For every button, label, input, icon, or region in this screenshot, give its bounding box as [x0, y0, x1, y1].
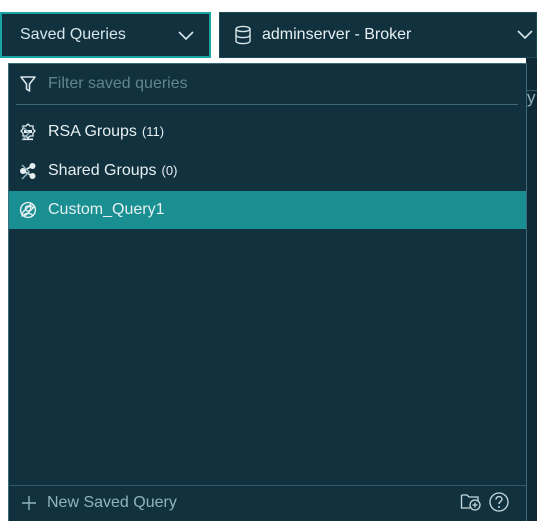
new-saved-query-button[interactable]: New Saved Query: [9, 486, 309, 521]
plus-icon: [20, 494, 38, 512]
new-saved-query-label: New Saved Query: [47, 494, 177, 511]
data-source-selector[interactable]: adminserver - Broker: [219, 12, 537, 58]
filter-icon: [19, 75, 37, 93]
filter-row: [8, 64, 527, 104]
chevron-right-icon: [19, 125, 514, 141]
background-text: y: [527, 88, 536, 107]
chevron-down-icon: [516, 27, 534, 41]
list-item-rsa-groups[interactable]: RSA Groups (11): [9, 113, 526, 151]
list-item-custom-query[interactable]: Custom_Query1: [9, 191, 526, 229]
saved-queries-label: Saved Queries: [20, 26, 126, 43]
pencil-icon[interactable]: [19, 201, 516, 219]
filter-input[interactable]: [48, 72, 508, 96]
list-item-shared-groups[interactable]: Shared Groups (0): [9, 152, 526, 190]
help-icon[interactable]: [488, 491, 510, 513]
filter-underline: [16, 104, 518, 105]
background-panel: [526, 58, 537, 525]
database-icon: [234, 25, 252, 45]
chevron-down-icon: [177, 28, 195, 42]
data-source-label: adminserver - Broker: [262, 26, 412, 43]
chevron-right-icon: [19, 164, 514, 180]
saved-queries-button[interactable]: Saved Queries: [0, 12, 211, 58]
folder-add-icon[interactable]: [460, 492, 482, 512]
page-edge: [0, 521, 537, 525]
